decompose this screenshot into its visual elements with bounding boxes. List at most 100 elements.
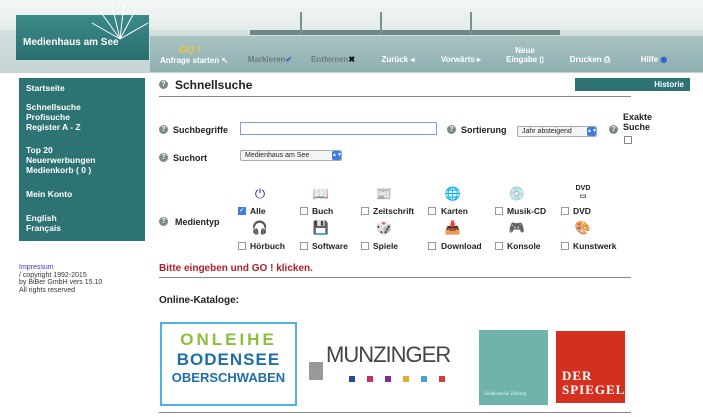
banner-pole xyxy=(300,12,302,34)
sort-select[interactable]: Jahr absteigend ▲▼ xyxy=(517,126,597,137)
power-icon[interactable]: ⏻ xyxy=(250,186,270,202)
sunrays-icon xyxy=(91,2,149,40)
sidebar-item-startseite[interactable]: Startseite xyxy=(26,83,65,93)
munzinger-square xyxy=(421,376,427,382)
sidebar-item-mein-konto[interactable]: Mein Konto xyxy=(26,189,72,199)
onleihe-logo-link[interactable]: ONLEIHE BODENSEE OBERSCHWABEN xyxy=(160,322,297,406)
sidebar-item-medienkorb[interactable]: Medienkorb ( 0 ) xyxy=(26,165,91,175)
suche-label: Suche xyxy=(623,122,651,132)
suchbegriffe-label: Suchbegriffe xyxy=(173,125,229,135)
media-checkbox-download[interactable] xyxy=(428,242,436,250)
globe-icon[interactable]: 🌐 xyxy=(443,186,463,202)
zurueck-label: Zurück xyxy=(381,55,409,64)
drucken-label: Drucken xyxy=(569,55,602,64)
brand-name: Medienhaus am See xyxy=(23,37,119,48)
sidebar-item-english[interactable]: English xyxy=(26,213,57,223)
sidebar-item-schnellsuche[interactable]: Schnellsuche xyxy=(26,102,81,112)
munzinger-square xyxy=(385,376,391,382)
instruction-text: Bitte eingeben und GO ! klicken. xyxy=(159,263,313,274)
book-icon[interactable]: 📖 xyxy=(311,186,331,202)
help-icon[interactable]: ? xyxy=(609,125,618,134)
headphones-icon[interactable]: 🎧 xyxy=(250,220,270,236)
sidebar-item-register[interactable]: Register A - Z xyxy=(26,122,81,132)
entfernen-label: Entfernen xyxy=(310,55,349,64)
go-label: GO ! xyxy=(179,45,201,56)
help-icon[interactable]: ? xyxy=(159,80,168,89)
media-checkbox-musik-cd[interactable] xyxy=(495,207,503,215)
munzinger-square xyxy=(439,376,445,382)
media-checkbox-hoerbuch[interactable] xyxy=(238,242,246,250)
hilfe-label: Hilfe xyxy=(640,55,659,64)
media-label-hoerbuch: Hörbuch xyxy=(250,241,285,251)
impressum-link[interactable]: Impressum xyxy=(19,264,149,272)
media-checkbox-dvd[interactable] xyxy=(561,207,569,215)
media-checkbox-kunstwerk[interactable] xyxy=(561,242,569,250)
drucken-button[interactable]: Drucken ⎙ xyxy=(566,55,614,72)
vorwaerts-button[interactable]: Vorwärts ▸ xyxy=(436,55,486,72)
spiegel-line2: SPIEGEL xyxy=(562,382,626,397)
neue-label: Neue xyxy=(515,46,535,55)
munzinger-square xyxy=(403,376,409,382)
software-icon[interactable]: 💾 xyxy=(311,220,331,236)
document-icon: ▯ xyxy=(539,55,544,64)
spiegel-logo-link[interactable]: DER SPIEGEL xyxy=(556,331,625,403)
media-label-software: Software xyxy=(312,241,348,251)
suchort-value: Medienhaus am See xyxy=(245,152,310,159)
media-checkbox-zeitschrift[interactable] xyxy=(361,207,369,215)
munzinger-square xyxy=(367,376,373,382)
munzinger-mark xyxy=(309,362,323,380)
brand-logo[interactable]: Medienhaus am See xyxy=(16,2,149,60)
sidebar-item-top20[interactable]: Top 20 xyxy=(26,145,53,155)
media-label-buch: Buch xyxy=(312,206,334,216)
help-icon[interactable]: ? xyxy=(159,125,168,134)
help-icon[interactable]: ? xyxy=(159,217,168,226)
munzinger-logo-link[interactable]: MUNZINGER xyxy=(309,340,469,390)
divider xyxy=(159,96,631,97)
markieren-button[interactable]: Markieren✔ xyxy=(244,55,296,72)
media-checkbox-karten[interactable] xyxy=(428,207,436,215)
hilfe-button[interactable]: Hilfe ◉ xyxy=(634,55,674,72)
media-checkbox-buch[interactable] xyxy=(300,207,308,215)
media-label-spiele: Spiele xyxy=(373,241,399,251)
search-input[interactable] xyxy=(240,122,437,135)
media-checkbox-alle[interactable] xyxy=(238,206,246,215)
media-label-karten: Karten xyxy=(441,206,468,216)
sidebar-item-neuerwerbungen[interactable]: Neuerwerbungen xyxy=(26,155,95,165)
sidebar-item-francais[interactable]: Français xyxy=(26,223,61,233)
back-arrow-icon: ◂ xyxy=(410,55,415,64)
sidebar-item-profisuche[interactable]: Profisuche xyxy=(26,112,70,122)
media-checkbox-spiele[interactable] xyxy=(361,242,369,250)
page-title: Schnellsuche xyxy=(175,78,253,92)
gamepad-icon[interactable]: 🎮 xyxy=(507,220,527,236)
entfernen-button[interactable]: Entfernen✖ xyxy=(308,55,358,72)
exakte-suche-checkbox[interactable] xyxy=(624,136,632,144)
divider xyxy=(159,277,631,278)
anfrage-starten-label: Anfrage starten xyxy=(160,56,220,65)
palette-icon[interactable]: 🎨 xyxy=(573,220,593,236)
zurueck-button[interactable]: Zurück ◂ xyxy=(374,55,422,72)
banner-pole xyxy=(380,12,382,34)
media-checkbox-konsole[interactable] xyxy=(495,242,503,250)
help-icon[interactable]: ? xyxy=(447,125,456,134)
banner-lake xyxy=(150,36,703,72)
game-box-icon[interactable]: 🎲 xyxy=(374,220,394,236)
neue-eingabe-button[interactable]: Neue Eingabe ▯ xyxy=(500,46,550,68)
suchort-select[interactable]: Medienhaus am See ▲▼ xyxy=(240,150,342,161)
media-checkbox-software[interactable] xyxy=(300,242,308,250)
sz-text: Süddeutsche Zeitung xyxy=(484,392,527,397)
go-button[interactable]: GO ! Anfrage starten ↖ xyxy=(160,45,228,68)
download-icon[interactable]: 📥 xyxy=(443,220,463,236)
sortierung-label: Sortierung xyxy=(461,125,507,135)
cd-icon[interactable]: 💿 xyxy=(507,186,527,202)
eingabe-label: Eingabe xyxy=(506,55,538,64)
media-label-download: Download xyxy=(441,241,482,251)
dvd-icon[interactable]: DVD ▭ xyxy=(573,185,593,201)
medientyp-label: Medientyp xyxy=(175,217,220,227)
sz-logo-link[interactable]: Süddeutsche Zeitung xyxy=(479,330,548,405)
company-text: by BiBer GmbH vers 15.10 xyxy=(19,279,103,286)
magazine-icon[interactable]: 📰 xyxy=(374,186,394,202)
historie-button[interactable]: Historie xyxy=(575,78,690,91)
media-label-kunstwerk: Kunstwerk xyxy=(573,241,617,251)
help-icon[interactable]: ? xyxy=(159,153,168,162)
onleihe-line3: OBERSCHWABEN xyxy=(171,370,286,385)
